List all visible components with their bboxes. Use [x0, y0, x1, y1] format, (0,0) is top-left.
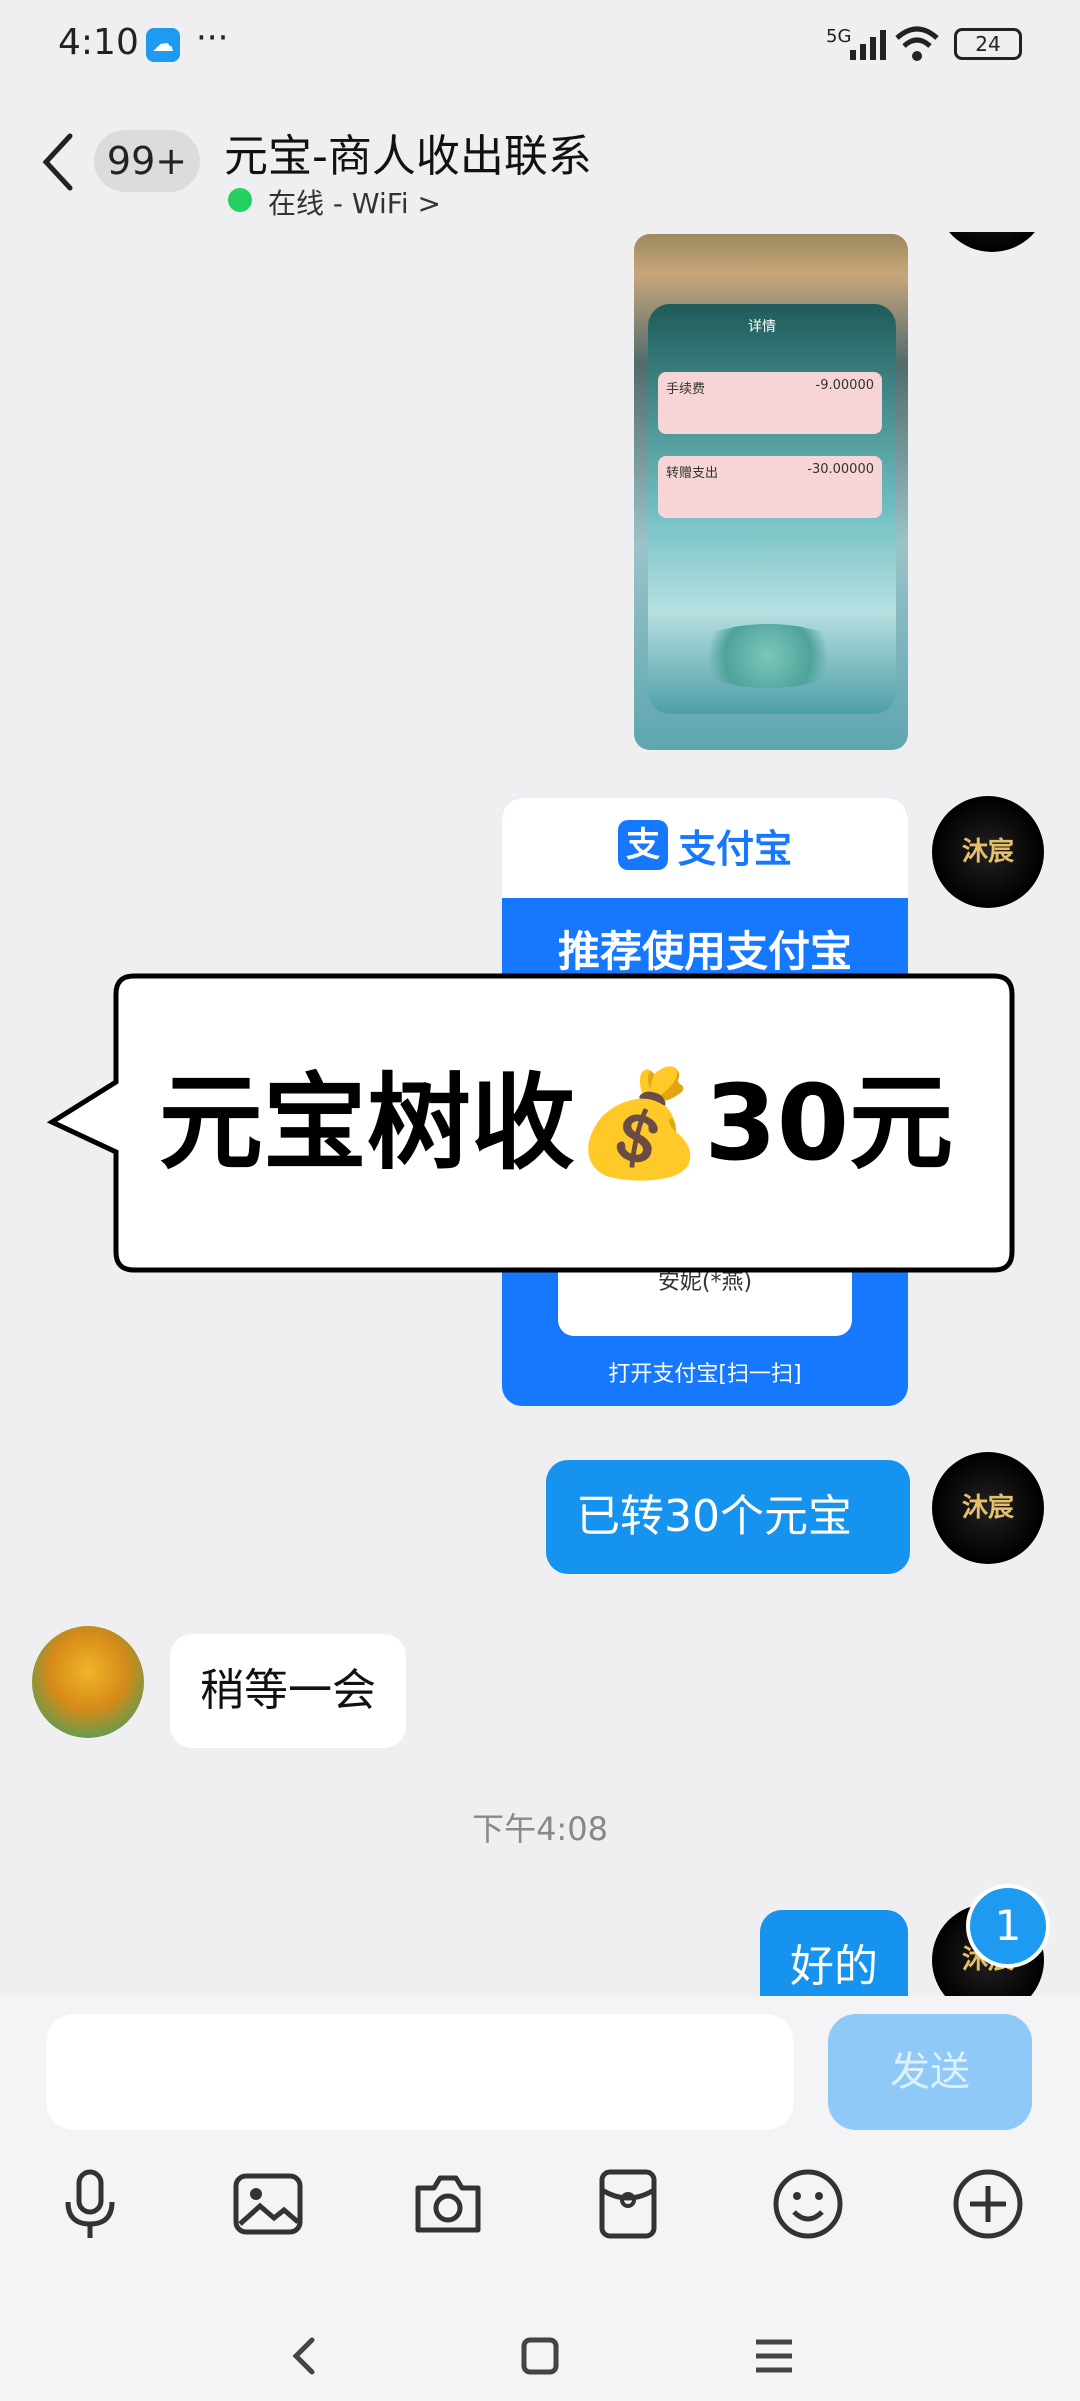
battery-icon: 24 [954, 28, 1022, 60]
emoji-icon[interactable] [770, 2166, 846, 2242]
image-message-screenshot[interactable]: 详情 手续费 -9.00000 转赠支出 -30.00000 [634, 234, 908, 750]
nav-back-icon[interactable] [276, 2326, 336, 2386]
signal-bars-icon [850, 30, 886, 60]
my-avatar[interactable]: 沐宸 [932, 1452, 1044, 1564]
contact-avatar[interactable] [32, 1626, 144, 1738]
nav-home-icon[interactable] [510, 2326, 570, 2386]
image-icon[interactable] [230, 2166, 306, 2242]
status-time: 4:10 [58, 22, 139, 63]
detail-row-transfer: 转赠支出 -30.00000 [658, 456, 882, 518]
more-notifications-icon: ··· [196, 18, 229, 58]
input-area: 发送 [0, 1996, 1080, 2401]
nav-recents-icon[interactable] [744, 2326, 804, 2386]
message-sent-transfer[interactable]: 已转30个元宝 [546, 1460, 910, 1574]
message-timestamp: 下午4:08 [472, 1810, 608, 1848]
wifi-icon [895, 26, 939, 61]
red-packet-icon[interactable] [590, 2166, 666, 2242]
message-row-ok: 好的 沐宸 [0, 1900, 1080, 1996]
overlay-text: 元宝树收💰30元 [158, 1062, 954, 1184]
message-received-wait[interactable]: 稍等一会 [170, 1634, 406, 1748]
phone-screenshot: 详情 手续费 -9.00000 转赠支出 -30.00000 [648, 304, 896, 714]
alipay-logo-icon: 支 [618, 820, 668, 870]
chat-title: 元宝-商人收出联系 [224, 131, 592, 182]
pond-graphic [688, 624, 848, 688]
presence-status[interactable]: 在线 - WiFi > [268, 182, 441, 222]
microphone-icon[interactable] [52, 2166, 128, 2242]
status-bar: 4:10 ☁ ··· 5G 24 [0, 0, 1080, 90]
cloud-app-icon: ☁ [146, 28, 180, 62]
unread-count-badge[interactable]: 99+ [94, 130, 200, 192]
overlay-callout: 元宝树收💰30元 [46, 972, 1016, 1274]
detail-screen-title: 详情 [748, 319, 776, 335]
chevron-right-icon: > [417, 187, 441, 220]
message-input[interactable] [46, 2014, 794, 2130]
message-sent-ok[interactable]: 好的 [760, 1910, 908, 1996]
detail-row-fee: 手续费 -9.00000 [658, 372, 882, 434]
back-icon[interactable] [40, 132, 76, 192]
alipay-recommend-text: 推荐使用支付宝 [557, 927, 852, 976]
new-message-badge[interactable]: 1 [966, 1884, 1050, 1968]
plus-icon[interactable] [950, 2166, 1026, 2242]
camera-icon[interactable] [410, 2166, 486, 2242]
my-avatar[interactable]: 沐宸 [932, 796, 1044, 908]
alipay-brand: 支付宝 [678, 827, 793, 871]
send-button[interactable]: 发送 [828, 2014, 1032, 2130]
alipay-scan-hint: 打开支付宝[扫一扫] [608, 1362, 802, 1387]
online-status-dot [228, 188, 252, 212]
